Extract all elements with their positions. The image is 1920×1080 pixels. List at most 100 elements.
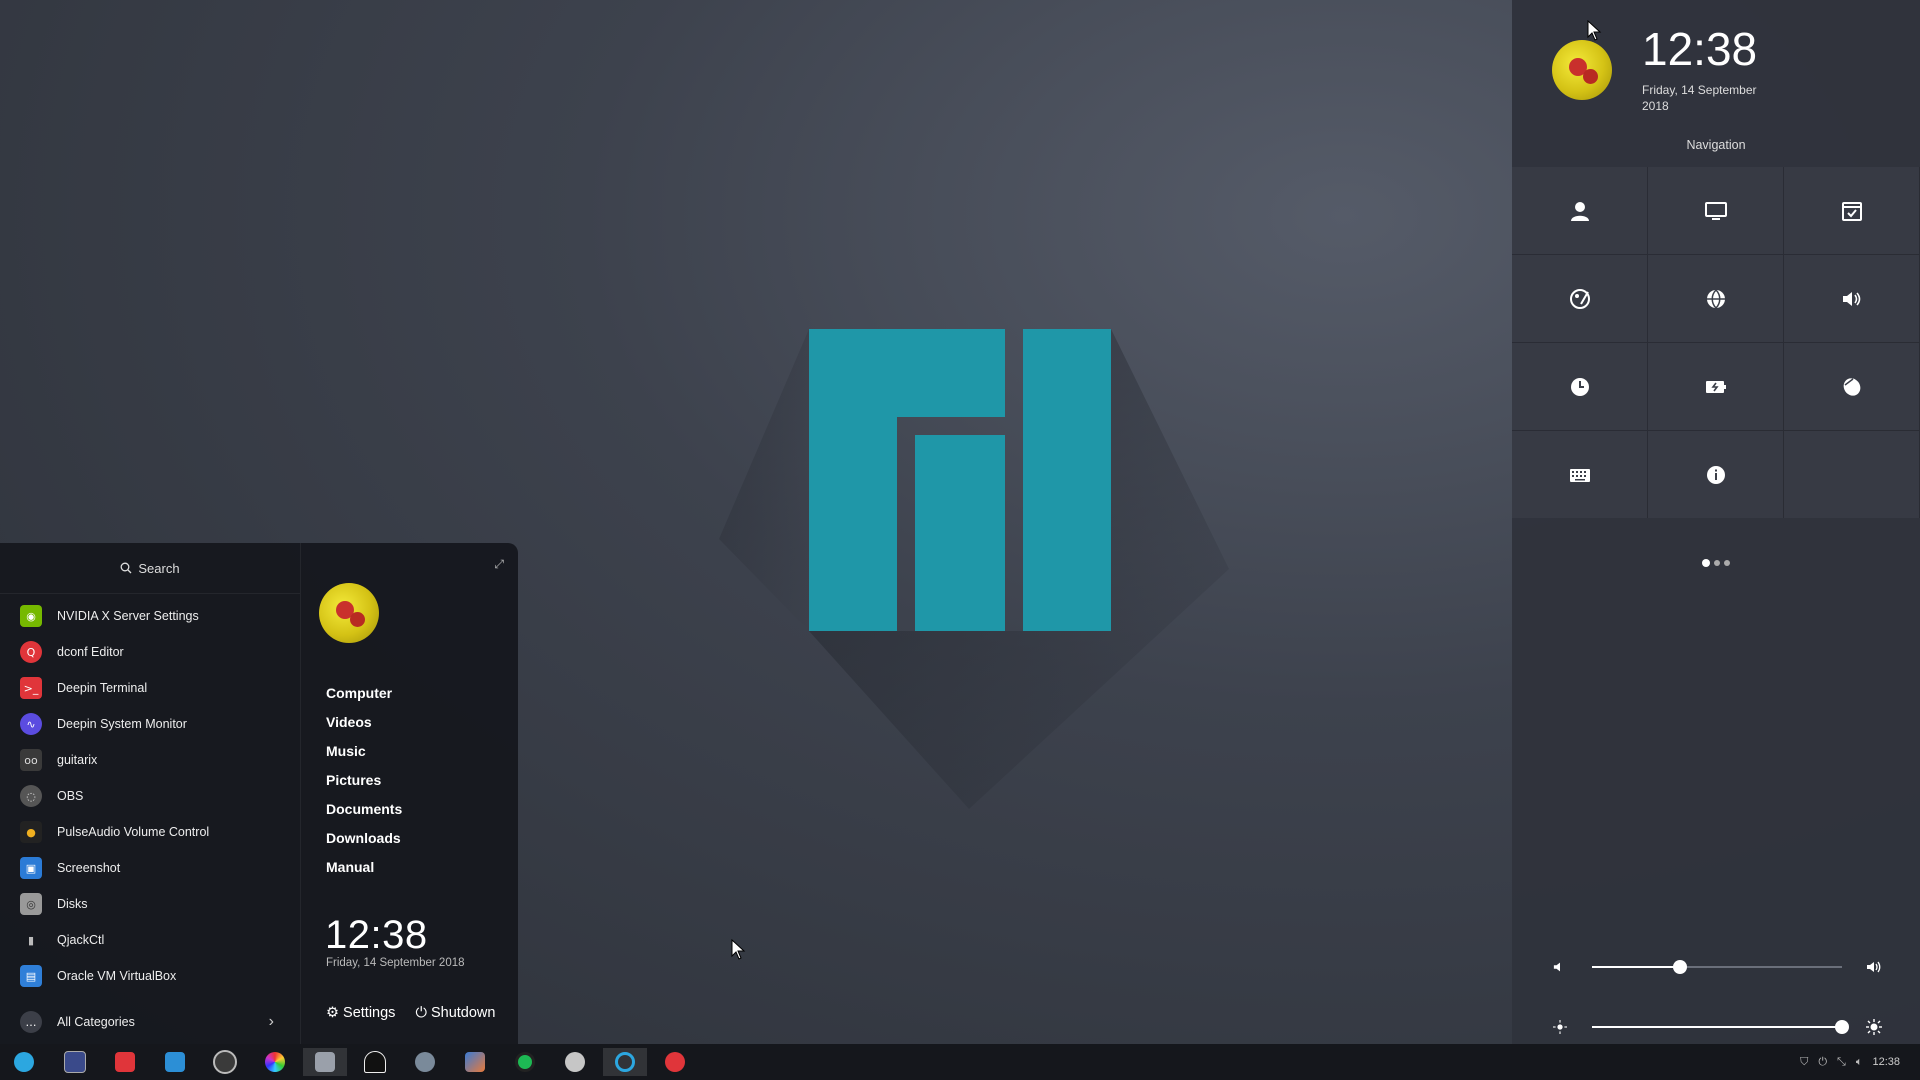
menu-clock: 12:38 (325, 913, 428, 957)
app-item-pulseaudio[interactable]: ● PulseAudio Volume Control (0, 814, 300, 850)
avatar[interactable] (319, 583, 379, 643)
tile-display[interactable] (1648, 167, 1783, 254)
search-label: Search (138, 560, 180, 576)
settings-tile-grid (1512, 167, 1920, 518)
tile-sound[interactable] (1784, 255, 1919, 342)
brightness-low-icon (1552, 1019, 1568, 1035)
all-categories-button[interactable]: … All Categories › (0, 999, 300, 1045)
page-dot[interactable] (1702, 559, 1710, 567)
tile-mouse[interactable] (1784, 343, 1919, 430)
taskbar-app[interactable] (203, 1048, 247, 1076)
tile-personalization[interactable] (1512, 255, 1647, 342)
taskbar-app[interactable] (403, 1048, 447, 1076)
place-documents[interactable]: Documents (326, 795, 402, 824)
place-music[interactable]: Music (326, 737, 402, 766)
app-label: Disks (57, 897, 88, 911)
disks-icon: ◎ (20, 893, 42, 915)
shutdown-button[interactable]: ⏻ Shutdown (415, 1005, 495, 1021)
place-manual[interactable]: Manual (326, 853, 402, 882)
file-manager-icon (315, 1052, 335, 1072)
guitarix-icon: oo (20, 749, 42, 771)
taskbar-app[interactable] (153, 1048, 197, 1076)
krita-icon (465, 1052, 485, 1072)
network-tray-icon[interactable]: ⤡ (1837, 1055, 1846, 1069)
manjaro-logo (719, 329, 1229, 809)
app-label: guitarix (57, 753, 98, 767)
obs-icon: ◌ (20, 785, 42, 807)
app-label: PulseAudio Volume Control (57, 825, 210, 839)
power-tray-icon[interactable]: ⏻ (1818, 1055, 1827, 1069)
app-label: Deepin System Monitor (57, 717, 187, 731)
virtualbox-icon: ▤ (20, 965, 42, 987)
app-item-guitarix[interactable]: oo guitarix (0, 742, 300, 778)
chevron-right-icon: › (268, 1013, 274, 1030)
volume-low-icon (1552, 959, 1568, 975)
start-menu: Search ◉ NVIDIA X Server Settings Qdconf … (0, 543, 518, 1045)
app-item-screenshot[interactable]: ▣ Screenshot (0, 850, 300, 886)
tile-time-date[interactable] (1512, 343, 1647, 430)
volume-slider-row (1552, 955, 1882, 979)
taskbar-clock[interactable]: 12:38 (1872, 1056, 1900, 1068)
app-item-disks[interactable]: ◎ Disks (0, 886, 300, 922)
spotify-icon (515, 1052, 535, 1072)
app-item-nvidia[interactable]: ◉ NVIDIA X Server Settings (0, 598, 300, 634)
app-label: OBS (57, 789, 84, 803)
app-item-obs[interactable]: ◌ OBS (0, 778, 300, 814)
taskbar-app[interactable] (453, 1048, 497, 1076)
app-label: Oracle VM VirtualBox (57, 969, 177, 983)
tile-network[interactable] (1648, 255, 1783, 342)
page-dot[interactable] (1714, 560, 1720, 566)
security-icon[interactable]: ⛉ (1800, 1055, 1808, 1069)
volume-slider[interactable] (1592, 960, 1842, 974)
system-monitor-app-icon (165, 1052, 185, 1072)
app-label: QjackCtl (57, 933, 105, 947)
obs-app-icon (213, 1050, 237, 1074)
taskbar-app[interactable] (53, 1048, 97, 1076)
tile-accounts[interactable] (1512, 167, 1647, 254)
volume-thumb[interactable] (1672, 960, 1687, 974)
app-item-qjackctl[interactable]: ▮ QjackCtl (0, 922, 300, 958)
tile-power[interactable] (1648, 343, 1783, 430)
taskbar-app[interactable] (103, 1048, 147, 1076)
tile-default-apps[interactable] (1784, 167, 1919, 254)
menu-footer: ⚙ Settings ⏻ Shutdown (326, 1005, 495, 1021)
mouse-icon (1843, 377, 1860, 396)
place-pictures[interactable]: Pictures (326, 766, 402, 795)
personalization-icon (1569, 288, 1590, 309)
app-item-virtualbox[interactable]: ▤ Oracle VM VirtualBox (0, 958, 300, 994)
taskbar-app[interactable] (603, 1048, 647, 1076)
taskbar-app[interactable] (553, 1048, 597, 1076)
terminal-icon: >_ (20, 677, 42, 699)
taskbar-app[interactable] (253, 1048, 297, 1076)
tile-keyboard[interactable] (1512, 431, 1647, 518)
taskbar-app[interactable] (503, 1048, 547, 1076)
taskbar-app[interactable] (303, 1048, 347, 1076)
app-item-terminal[interactable]: >_ Deepin Terminal (0, 670, 300, 706)
taskbar-app[interactable] (353, 1048, 397, 1076)
page-dot[interactable] (1724, 560, 1730, 566)
page-indicator (1512, 559, 1920, 567)
inkscape-icon (364, 1051, 386, 1073)
place-videos[interactable]: Videos (326, 708, 402, 737)
app-label: Deepin Terminal (57, 681, 148, 695)
search-box[interactable]: Search (0, 543, 300, 594)
tile-system-info[interactable] (1648, 431, 1783, 518)
place-computer[interactable]: Computer (326, 679, 402, 708)
app-label: NVIDIA X Server Settings (57, 609, 199, 623)
panel-avatar[interactable] (1552, 40, 1612, 100)
settings-button[interactable]: ⚙ Settings (326, 1005, 395, 1021)
brightness-slider[interactable] (1592, 1020, 1849, 1034)
places-list: Computer Videos Music Pictures Documents… (326, 679, 402, 882)
volume-tray-icon[interactable]: 🔈︎ (1856, 1055, 1863, 1069)
taskbar-app[interactable] (653, 1048, 697, 1076)
brightness-thumb[interactable] (1835, 1020, 1849, 1034)
app-item-system-monitor[interactable]: ∿ Deepin System Monitor (0, 706, 300, 742)
fullscreen-icon[interactable]: ⤢ (494, 557, 504, 572)
sound-icon (1842, 291, 1860, 306)
launcher-button[interactable] (2, 1048, 46, 1076)
app-item-dconf[interactable]: Qdconf Editor (0, 634, 300, 670)
dconf-icon: Q (20, 641, 42, 663)
steam-icon (565, 1052, 585, 1072)
place-downloads[interactable]: Downloads (326, 824, 402, 853)
default-apps-icon (1841, 201, 1862, 221)
